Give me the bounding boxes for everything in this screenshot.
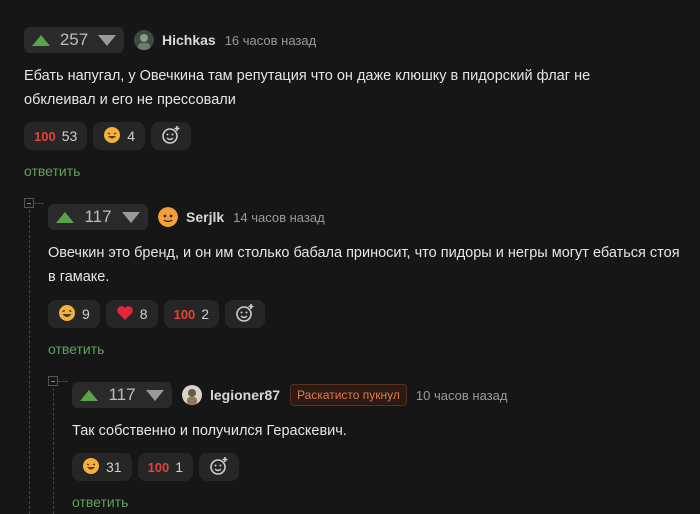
- username[interactable]: legioner87: [210, 387, 280, 403]
- avatar[interactable]: [182, 385, 202, 405]
- score: 117: [108, 385, 136, 404]
- reaction-count: 4: [127, 128, 136, 144]
- reply-link[interactable]: ответить: [48, 341, 104, 357]
- username[interactable]: Serjlk: [186, 209, 224, 225]
- upvote-icon[interactable]: [56, 211, 74, 223]
- reaction-count: 53: [61, 128, 78, 144]
- vote-widget: 117: [48, 204, 148, 230]
- add-emoji-icon: [209, 456, 229, 479]
- user-badge: Раскатисто пукнул: [290, 384, 407, 406]
- reaction-count: 9: [82, 306, 90, 322]
- score: 117: [84, 207, 112, 226]
- reaction-count: 31: [106, 459, 122, 475]
- reaction-laugh[interactable]: 31: [72, 453, 132, 481]
- downvote-icon[interactable]: [146, 389, 164, 401]
- add-reaction-button[interactable]: [151, 122, 192, 150]
- add-emoji-icon: [235, 303, 255, 326]
- hundred-points-icon: 100: [34, 128, 56, 144]
- avatar[interactable]: [134, 30, 154, 50]
- thread-line: [53, 388, 54, 514]
- comment-text: Овечкин это бренд, и он им столько бабал…: [48, 245, 680, 285]
- hundred-points-icon: 100: [173, 306, 196, 322]
- timestamp[interactable]: 14 часов назад: [233, 210, 325, 225]
- avatar[interactable]: [158, 207, 178, 227]
- timestamp[interactable]: 10 часов назад: [416, 388, 508, 403]
- reaction-hundred[interactable]: 100 2: [163, 300, 220, 328]
- upvote-icon[interactable]: [32, 34, 50, 46]
- reactions-bar: 31 100 1: [72, 453, 240, 481]
- grinning-face-icon: [103, 126, 121, 147]
- username[interactable]: Hichkas: [162, 32, 216, 48]
- comment-text: Так собственно и получился Гераскевич.: [72, 423, 347, 439]
- reactions-bar: 100 53 4: [24, 122, 192, 150]
- upvote-icon[interactable]: [80, 389, 98, 401]
- thread-line: [29, 210, 30, 514]
- downvote-icon[interactable]: [98, 34, 116, 46]
- add-emoji-icon: [161, 125, 181, 148]
- heart-icon: [116, 304, 134, 325]
- collapse-thread-toggle[interactable]: [48, 376, 58, 386]
- downvote-icon[interactable]: [122, 211, 140, 223]
- comment-text: Ебать напугал, у Овечкина там репутация …: [24, 68, 591, 108]
- hundred-points-icon: 100: [147, 459, 170, 475]
- score: 257: [59, 30, 89, 49]
- reaction-count: 8: [139, 306, 148, 322]
- add-reaction-button[interactable]: [199, 453, 240, 481]
- thread-connector: [34, 203, 44, 204]
- reply-link[interactable]: ответить: [24, 163, 80, 179]
- reply-link[interactable]: ответить: [72, 494, 128, 510]
- reactions-bar: 9 8 100 2: [48, 300, 266, 328]
- reaction-heart[interactable]: 8: [105, 300, 158, 328]
- reaction-hundred[interactable]: 100 53: [24, 122, 88, 150]
- timestamp[interactable]: 16 часов назад: [225, 33, 317, 48]
- vote-widget: 117: [72, 382, 172, 408]
- reaction-laugh[interactable]: 4: [93, 122, 146, 150]
- reaction-count: 2: [201, 306, 210, 322]
- reaction-count: 1: [175, 459, 184, 475]
- collapse-thread-toggle[interactable]: [24, 198, 34, 208]
- vote-widget: 257: [24, 27, 124, 53]
- add-reaction-button[interactable]: [225, 300, 266, 328]
- reaction-hundred[interactable]: 100 1: [137, 453, 194, 481]
- laughing-face-icon: [58, 304, 76, 325]
- grinning-face-icon: [82, 457, 100, 478]
- thread-connector: [58, 381, 68, 382]
- reaction-laugh[interactable]: 9: [48, 300, 100, 328]
